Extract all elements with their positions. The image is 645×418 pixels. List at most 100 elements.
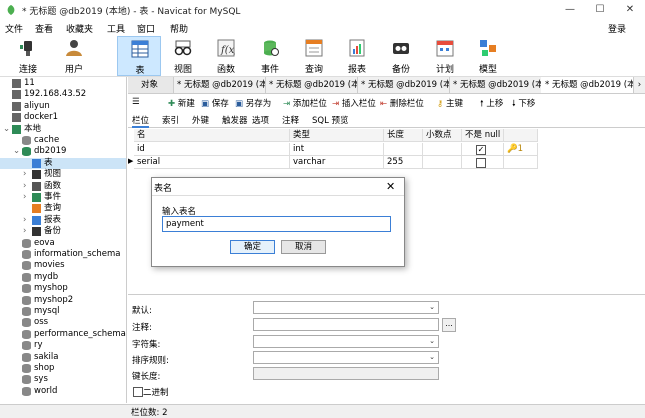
tree-item[interactable]: cache bbox=[0, 135, 126, 146]
save-as-button[interactable]: ▣ 另存为 bbox=[235, 97, 271, 109]
expander-icon[interactable]: › bbox=[23, 181, 26, 192]
tree-item[interactable]: eova bbox=[0, 238, 126, 249]
collation-select[interactable]: ⌄ bbox=[253, 351, 439, 364]
column-header-length[interactable]: 长度 bbox=[384, 129, 423, 142]
expander-icon[interactable]: › bbox=[23, 215, 26, 226]
backup-button[interactable]: 备份 bbox=[379, 36, 423, 76]
tab-comment[interactable]: 注释 bbox=[282, 114, 299, 126]
column-header-key[interactable] bbox=[504, 129, 538, 142]
cell-decimals[interactable] bbox=[423, 156, 462, 169]
expander-icon[interactable]: › bbox=[23, 226, 26, 237]
connect-button[interactable]: 连接 bbox=[6, 36, 50, 76]
tree-item[interactable]: ry bbox=[0, 340, 126, 351]
binary-checkbox[interactable] bbox=[133, 387, 143, 397]
editor-tab[interactable]: * 无标题 @db2019 (本地)... bbox=[265, 77, 358, 93]
close-button[interactable]: ✕ bbox=[615, 0, 645, 20]
charset-select[interactable]: ⌄ bbox=[253, 335, 439, 348]
cell-type[interactable]: int bbox=[290, 143, 384, 156]
primary-key-button[interactable]: ⚷ 主键 bbox=[437, 97, 463, 109]
maximize-button[interactable]: ☐ bbox=[585, 0, 615, 20]
tree-item[interactable]: › 函数 bbox=[0, 181, 126, 192]
expander-icon[interactable]: ⌄ bbox=[3, 124, 10, 135]
event-button[interactable]: 事件 bbox=[248, 36, 292, 76]
column-header-name[interactable]: 名 bbox=[134, 129, 290, 142]
cell-key[interactable] bbox=[504, 156, 538, 169]
tree-item[interactable]: sys bbox=[0, 374, 126, 385]
editor-tab[interactable]: * 无标题 @db2019 (本地)... bbox=[173, 77, 266, 93]
insert-field-button[interactable]: ⇥ 插入栏位 bbox=[332, 97, 376, 109]
tree-item[interactable]: shop bbox=[0, 363, 126, 374]
function-button[interactable]: f(x) 函数 bbox=[204, 36, 248, 76]
tab-triggers[interactable]: 触发器 bbox=[222, 114, 248, 126]
menu-window[interactable]: 窗口 bbox=[137, 22, 155, 35]
tree-item[interactable]: ⌄ 本地 bbox=[0, 124, 126, 135]
tree-item[interactable]: mysql bbox=[0, 306, 126, 317]
cell-not-null[interactable]: ✓ bbox=[462, 143, 504, 156]
tree-item[interactable]: 表 bbox=[0, 157, 126, 169]
table-name-input[interactable]: payment bbox=[162, 216, 391, 232]
tab-scroll-right-icon[interactable]: › bbox=[633, 77, 645, 93]
tree-item[interactable]: information_schema bbox=[0, 249, 126, 260]
table-button[interactable]: 表 bbox=[117, 36, 161, 76]
tab-foreign-keys[interactable]: 外键 bbox=[192, 114, 209, 126]
query-button[interactable]: 查询 bbox=[292, 36, 336, 76]
tree-item[interactable]: movies bbox=[0, 260, 126, 271]
tree-item[interactable]: sakila bbox=[0, 352, 126, 363]
tree-item[interactable]: myshop2 bbox=[0, 295, 126, 306]
delete-field-button[interactable]: ⇤ 删除栏位 bbox=[380, 97, 424, 109]
report-button[interactable]: 报表 bbox=[335, 36, 379, 76]
cell-name[interactable]: id bbox=[134, 143, 290, 156]
tree-item[interactable]: ⌄ db2019 bbox=[0, 146, 126, 157]
default-select[interactable]: ⌄ bbox=[253, 301, 439, 314]
add-field-button[interactable]: ⇥ 添加栏位 bbox=[283, 97, 327, 109]
menu-file[interactable]: 文件 bbox=[5, 22, 23, 35]
tree-item[interactable]: aliyun bbox=[0, 101, 126, 112]
move-up-button[interactable]: 🠕 上移 bbox=[480, 97, 503, 112]
view-button[interactable]: 视图 bbox=[161, 36, 205, 76]
tree-item[interactable]: › 报表 bbox=[0, 215, 126, 226]
column-header-not-null[interactable]: 不是 null bbox=[462, 129, 504, 142]
comment-ellipsis-button[interactable]: ... bbox=[442, 318, 456, 332]
tree-item[interactable]: 192.168.43.52 bbox=[0, 89, 126, 100]
hamburger-icon[interactable]: ☰ bbox=[132, 97, 140, 107]
cell-key[interactable]: 🔑1 bbox=[504, 143, 538, 156]
expander-icon[interactable]: ⌄ bbox=[13, 146, 20, 157]
expander-icon[interactable]: › bbox=[23, 169, 26, 180]
cell-length[interactable]: 255 bbox=[384, 156, 423, 169]
tree-item[interactable]: world bbox=[0, 386, 126, 397]
tab-fields[interactable]: 栏位 bbox=[132, 114, 150, 128]
editor-tab[interactable]: * 无标题 @db2019 (本地)... bbox=[449, 77, 542, 93]
editor-tab[interactable]: * 无标题 @db2019 (本地)... bbox=[541, 77, 634, 93]
schedule-button[interactable]: 计划 bbox=[423, 36, 467, 76]
dialog-close-button[interactable]: ✕ bbox=[386, 180, 395, 193]
cancel-button[interactable]: 取消 bbox=[281, 240, 326, 254]
cell-type[interactable]: varchar bbox=[290, 156, 384, 169]
editor-tab[interactable]: 对象 bbox=[128, 77, 174, 93]
tree-item[interactable]: 11 bbox=[0, 78, 126, 89]
cell-name[interactable]: serial bbox=[134, 156, 290, 169]
tree-item[interactable]: 查询 bbox=[0, 203, 126, 214]
editor-tab[interactable]: * 无标题 @db2019 (本地)... bbox=[357, 77, 450, 93]
menu-favorites[interactable]: 收藏夹 bbox=[66, 22, 93, 35]
new-button[interactable]: ✚ 新建 bbox=[168, 97, 195, 109]
tree-item[interactable]: oss bbox=[0, 317, 126, 328]
cell-not-null[interactable] bbox=[462, 156, 504, 169]
tree-item[interactable]: › 视图 bbox=[0, 169, 126, 180]
cell-decimals[interactable] bbox=[423, 143, 462, 156]
expander-icon[interactable]: › bbox=[23, 192, 26, 203]
column-header-type[interactable]: 类型 bbox=[290, 129, 384, 142]
tree-item[interactable]: › 备份 bbox=[0, 226, 126, 237]
user-button[interactable]: 用户 bbox=[52, 36, 96, 76]
menu-tools[interactable]: 工具 bbox=[107, 22, 125, 35]
menu-help[interactable]: 帮助 bbox=[170, 22, 188, 35]
save-button[interactable]: ▣ 保存 bbox=[201, 97, 229, 109]
tab-sql-preview[interactable]: SQL 预览 bbox=[312, 114, 349, 126]
ok-button[interactable]: 确定 bbox=[230, 240, 275, 254]
tab-options[interactable]: 选项 bbox=[252, 114, 269, 126]
move-down-button[interactable]: 🠗 下移 bbox=[512, 97, 535, 112]
minimize-button[interactable]: — bbox=[555, 0, 585, 20]
comment-field[interactable] bbox=[253, 318, 439, 331]
login-button[interactable]: 登录 bbox=[608, 22, 626, 35]
tree-item[interactable]: mydb bbox=[0, 272, 126, 283]
menu-view[interactable]: 查看 bbox=[35, 22, 53, 35]
